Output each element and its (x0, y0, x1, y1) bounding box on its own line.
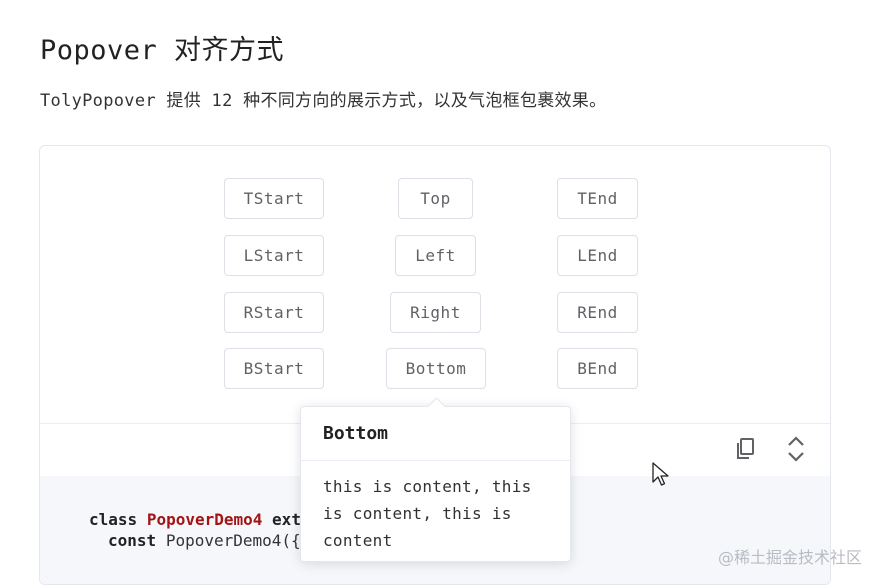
code-text: PopoverDemo4({s (165, 531, 311, 550)
code-keyword: const (108, 531, 157, 550)
bottom-button[interactable]: Bottom (386, 348, 486, 389)
lstart-button[interactable]: LStart (224, 235, 324, 276)
page-title: Popover 对齐方式 (40, 35, 285, 66)
rend-button[interactable]: REnd (557, 292, 638, 333)
top-button[interactable]: Top (398, 178, 473, 219)
mouse-cursor-icon (652, 462, 670, 492)
page-description: TolyPopover 提供 12 种不同方向的展示方式，以及气泡框包裹效果。 (40, 91, 607, 111)
code-keyword: class (89, 510, 138, 529)
rstart-button[interactable]: RStart (224, 292, 324, 333)
right-button[interactable]: Right (390, 292, 481, 333)
bstart-button[interactable]: BStart (224, 348, 324, 389)
tend-button[interactable]: TEnd (557, 178, 638, 219)
code-line-2: const PopoverDemo4({s (108, 531, 310, 550)
watermark: @稀土掘金技术社区 (717, 548, 862, 567)
popover-content: this is content, this is content, this i… (323, 477, 532, 550)
left-button[interactable]: Left (395, 235, 476, 276)
popover-title: Bottom (323, 423, 389, 444)
popover-divider (301, 460, 570, 461)
tstart-button[interactable]: TStart (224, 178, 324, 219)
code-line-1: class PopoverDemo4 exte (89, 510, 311, 529)
bend-button[interactable]: BEnd (557, 348, 638, 389)
lend-button[interactable]: LEnd (557, 235, 638, 276)
copy-icon[interactable] (731, 434, 759, 464)
bottom-popover: Bottom this is content, this is content,… (300, 397, 571, 562)
code-class-name: PopoverDemo4 (146, 510, 263, 529)
expand-collapse-icon[interactable] (782, 434, 810, 464)
